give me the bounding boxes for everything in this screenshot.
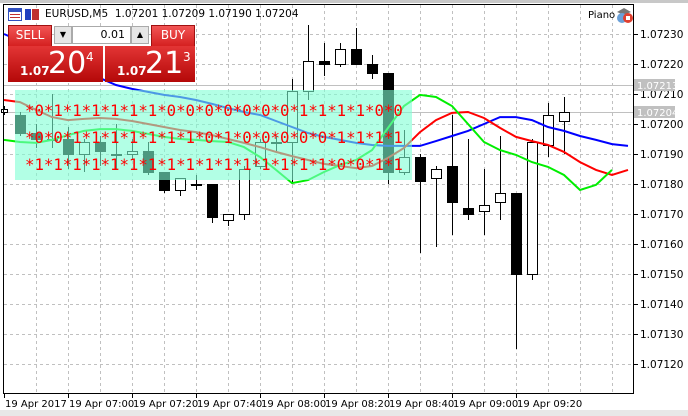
buy-price-sup: 3 — [183, 50, 191, 64]
buy-price-prefix: 1.07 — [117, 64, 147, 78]
candle-bull — [303, 61, 314, 92]
ask-price-label: 1.07213 — [637, 81, 678, 92]
arrow-down-icon: ▼ — [59, 30, 67, 39]
price-label: 1.07120 — [640, 359, 683, 371]
candle-bear — [367, 64, 378, 74]
sell-price-big: 20 — [48, 46, 87, 81]
price-label: 1.07160 — [640, 239, 683, 251]
candle-bear — [463, 208, 474, 215]
bid-price-label: 1.07204 — [637, 108, 678, 119]
price-label: 1.07170 — [640, 209, 683, 221]
time-label: 19 Apr 07:40 — [197, 399, 262, 410]
sell-price-button[interactable]: 1.07 20 4 — [8, 46, 103, 82]
candle-bear — [207, 184, 218, 218]
lot-increase-button[interactable]: ▲ — [131, 26, 149, 44]
time-label: 19 Apr 09:00 — [453, 399, 518, 410]
candle-bull — [335, 49, 346, 65]
buy-button[interactable]: BUY — [151, 25, 195, 47]
price-label: 1.07200 — [640, 119, 683, 131]
time-label: 19 Apr 2017 — [5, 399, 67, 410]
overlay-text-row: *1*1*1*1*1*1*1*1*1*1*1*1*1*1*1*1*0*0*1*1 — [25, 155, 403, 174]
time-label: 19 Apr 08:20 — [325, 399, 390, 410]
buy-price-big: 21 — [145, 46, 184, 81]
price-chart[interactable]: *0*1*1*1*1*1*1*0*0*0*0*0*0*0*1*1*1*1*0*0… — [0, 0, 688, 416]
candle-bull — [175, 178, 186, 191]
candle-bull — [543, 115, 554, 146]
sell-price-prefix: 1.07 — [20, 64, 50, 78]
price-label: 1.07190 — [640, 149, 683, 161]
indicator-icon[interactable] — [614, 6, 634, 24]
candle-bull — [223, 214, 234, 221]
price-label: 1.07220 — [640, 59, 683, 71]
buy-label: BUY — [156, 26, 190, 47]
chart-header: EURUSD,M5 1.07201 1.07209 1.07190 1.0720… — [45, 8, 299, 20]
candle-bull — [479, 205, 490, 212]
ohlc-label: 1.07201 1.07209 1.07190 1.07204 — [114, 8, 299, 20]
time-label: 19 Apr 08:00 — [261, 399, 326, 410]
time-label: 19 Apr 07:00 — [69, 399, 134, 410]
sell-button[interactable]: SELL — [8, 25, 52, 47]
overlay-text-rows: *0*1*1*1*1*1*1*0*0*0*0*0*0*0*1*1*1*1*0*0… — [25, 101, 403, 174]
candle-bull — [191, 184, 202, 186]
price-label: 1.07180 — [640, 179, 683, 191]
chart-window-icons — [8, 8, 39, 21]
indicator-label: Piano — [588, 10, 616, 21]
candle-bull — [559, 112, 570, 122]
time-label: 19 Apr 08:40 — [389, 399, 454, 410]
candle-bear — [351, 49, 362, 65]
sell-price-sup: 4 — [86, 50, 94, 64]
price-label: 1.07150 — [640, 269, 683, 281]
time-label: 19 Apr 07:20 — [133, 399, 198, 410]
price-label: 1.07230 — [640, 29, 683, 41]
candle-bull — [495, 193, 506, 203]
overlay-text-row: *0*0*1*1*1*1*1*1*1*0*1*0*0*0*0*0*1*1*1*1 — [25, 128, 403, 147]
sell-label: SELL — [11, 26, 49, 47]
buy-price-button[interactable]: 1.07 21 3 — [105, 46, 195, 82]
candle-bear — [415, 157, 426, 182]
symbol-label: EURUSD,M5 — [45, 8, 109, 20]
lot-decrease-button[interactable]: ▼ — [54, 26, 72, 44]
book-icon — [25, 9, 31, 20]
candle-bear — [511, 193, 522, 275]
lot-size-input[interactable]: 0.01 — [72, 26, 131, 44]
price-label: 1.07130 — [640, 329, 683, 341]
candle-bull — [431, 169, 442, 179]
arrow-up-icon: ▲ — [136, 30, 144, 39]
window-bottom-bar — [0, 410, 688, 416]
candle-bull — [1, 109, 8, 113]
window-top-border — [0, 0, 688, 3]
overlay-text-row: *0*1*1*1*1*1*1*0*0*0*0*0*0*0*1*1*1*1*0*0 — [25, 101, 403, 120]
time-label: 19 Apr 09:20 — [517, 399, 582, 410]
price-axis[interactable]: 1.072301.072201.072101.072001.071901.071… — [633, 29, 683, 371]
price-label: 1.07140 — [640, 299, 683, 311]
time-axis[interactable]: 19 Apr 2017 19 Apr 07:0019 Apr 07:2019 Ap… — [4, 393, 583, 410]
candle-bear — [319, 61, 330, 65]
candle-bear — [447, 166, 458, 203]
